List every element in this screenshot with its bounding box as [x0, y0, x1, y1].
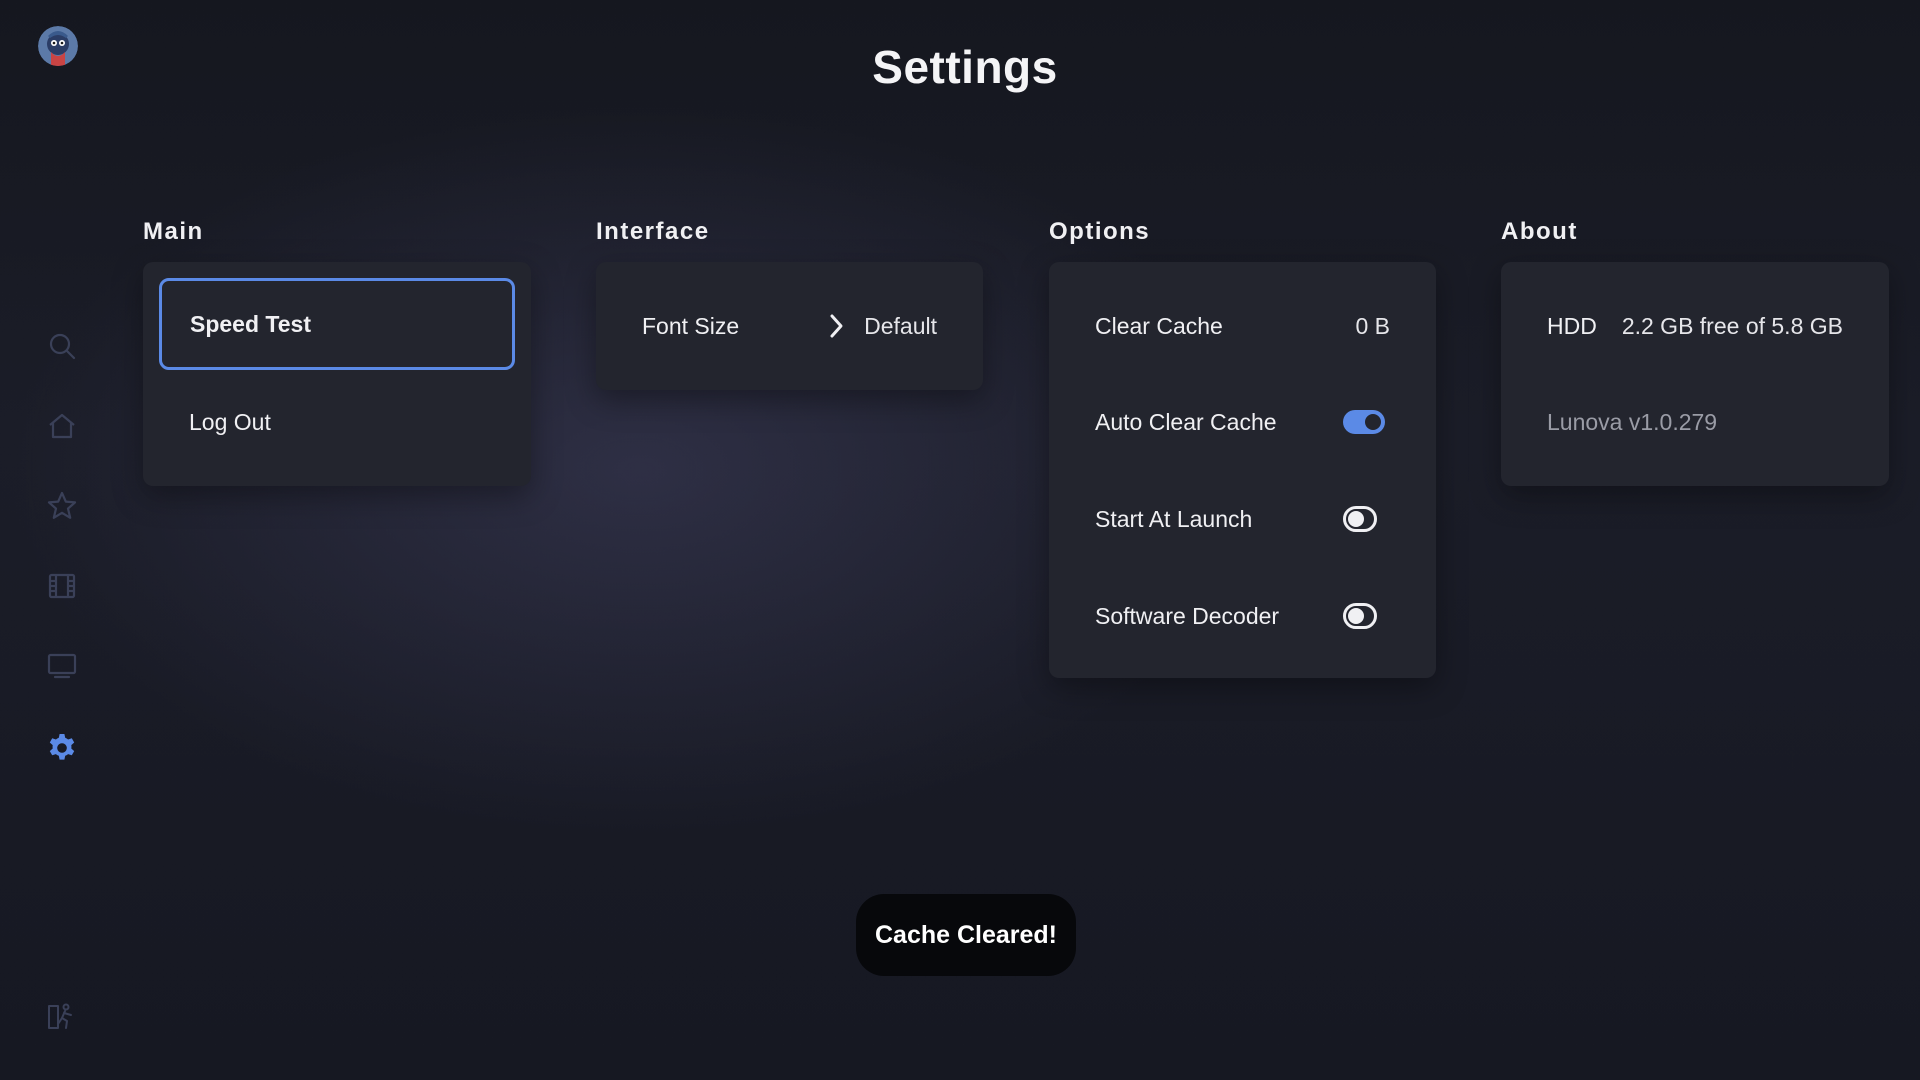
software-decoder-toggle[interactable] — [1343, 603, 1377, 629]
font-size-row[interactable]: Font Size Default — [612, 280, 967, 372]
section-title-main: Main — [143, 218, 204, 245]
page-title: Settings — [872, 41, 1058, 93]
about-card: HDD 2.2 GB free of 5.8 GB Lunova v1.0.27… — [1501, 262, 1889, 486]
start-at-launch-label: Start At Launch — [1095, 505, 1253, 532]
star-icon[interactable] — [44, 488, 80, 524]
cache-size-value: 0 B — [1355, 312, 1390, 339]
toast-message: Cache Cleared! — [874, 920, 1058, 949]
options-card: Clear Cache 0 B Auto Clear Cache Start A… — [1049, 262, 1436, 678]
gear-icon[interactable] — [44, 730, 80, 766]
main-card: Speed Test Log Out — [143, 262, 531, 486]
software-decoder-row[interactable]: Software Decoder — [1065, 570, 1420, 662]
speed-test-button[interactable]: Speed Test — [159, 278, 515, 370]
speed-test-label: Speed Test — [190, 310, 311, 337]
version-row: Lunova v1.0.279 — [1517, 376, 1873, 468]
font-size-value: Default — [864, 312, 937, 339]
clear-cache-row[interactable]: Clear Cache 0 B — [1065, 280, 1420, 372]
section-title-interface: Interface — [596, 218, 710, 245]
home-icon[interactable] — [44, 408, 80, 444]
software-decoder-label: Software Decoder — [1095, 602, 1280, 629]
toast-notification: Cache Cleared! — [856, 894, 1076, 976]
start-at-launch-toggle[interactable] — [1343, 506, 1377, 532]
chevron-right-icon — [826, 312, 846, 340]
film-icon[interactable] — [44, 568, 80, 604]
auto-clear-cache-toggle[interactable] — [1343, 410, 1385, 434]
auto-clear-cache-row[interactable]: Auto Clear Cache — [1065, 376, 1420, 468]
exit-icon[interactable] — [44, 998, 80, 1034]
auto-clear-cache-label: Auto Clear Cache — [1095, 408, 1277, 435]
tv-icon[interactable] — [44, 648, 80, 684]
font-size-label: Font Size — [642, 312, 740, 339]
log-out-button[interactable]: Log Out — [159, 376, 515, 468]
start-at-launch-row[interactable]: Start At Launch — [1065, 473, 1420, 565]
log-out-label: Log Out — [189, 408, 271, 435]
section-title-options: Options — [1049, 218, 1151, 245]
search-icon[interactable] — [44, 328, 80, 364]
sidebar — [0, 0, 124, 1080]
hdd-row: HDD 2.2 GB free of 5.8 GB — [1517, 280, 1873, 372]
version-label: Lunova v1.0.279 — [1547, 408, 1718, 435]
hdd-value: 2.2 GB free of 5.8 GB — [1621, 312, 1843, 339]
hdd-label: HDD — [1547, 312, 1597, 339]
interface-card: Font Size Default — [596, 262, 983, 390]
section-title-about: About — [1501, 218, 1578, 245]
clear-cache-label: Clear Cache — [1095, 312, 1223, 339]
